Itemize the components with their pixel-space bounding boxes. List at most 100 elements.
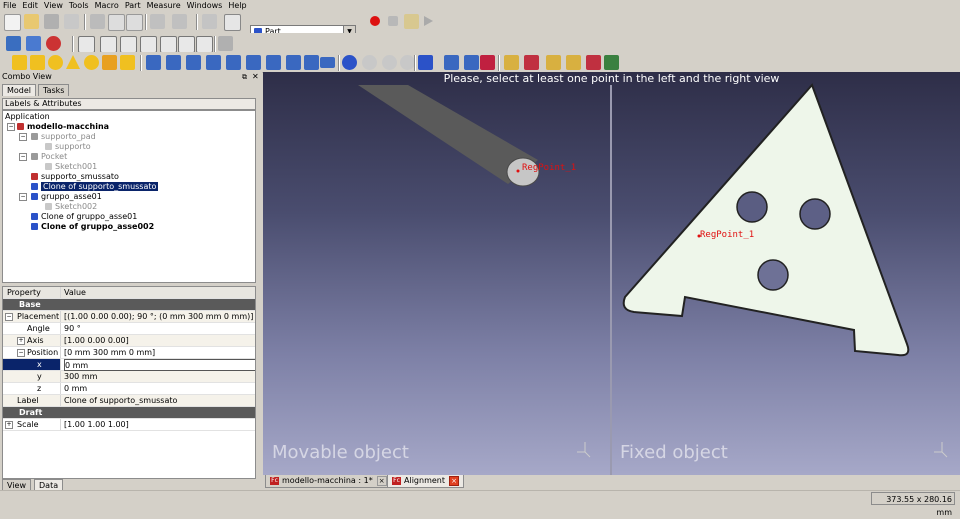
support-plate-shape[interactable] (622, 83, 910, 357)
copy-icon[interactable] (108, 14, 125, 31)
plate-hole[interactable] (799, 198, 831, 230)
collapse-icon[interactable]: − (19, 133, 27, 141)
compound-icon[interactable] (444, 55, 459, 70)
x-value-field[interactable]: 0 mm (64, 359, 255, 371)
cross-sections-icon[interactable] (480, 55, 495, 70)
collapse-icon[interactable]: − (19, 193, 27, 201)
close-icon[interactable]: × (449, 475, 459, 486)
alignment-viewport[interactable]: Please, select at least one point in the… (263, 72, 960, 475)
menu-macro[interactable]: Macro (92, 0, 122, 11)
open-folder-icon[interactable] (24, 14, 39, 29)
tree-item-gruppo-asse01[interactable]: gruppo_asse01 (31, 192, 102, 202)
extrude-icon[interactable] (146, 55, 161, 70)
property-row-y[interactable]: y 300 mm (3, 371, 255, 383)
mirror-icon[interactable] (186, 55, 201, 70)
bottom-view-icon[interactable] (178, 36, 195, 53)
sphere-icon[interactable] (48, 55, 63, 70)
tree-item-clone-gruppo-asse01[interactable]: Clone of gruppo_asse01 (31, 212, 137, 222)
chamfer-icon[interactable] (226, 55, 241, 70)
doc-tab-modello-macchina[interactable]: Fc modello-macchina : 1* × (265, 475, 392, 488)
property-row-angle[interactable]: Angle 90 ° (3, 323, 255, 335)
macros-icon[interactable] (404, 14, 419, 29)
primitives-icon[interactable] (102, 55, 117, 70)
collapse-icon[interactable]: − (5, 313, 13, 321)
join-features-icon[interactable] (418, 55, 433, 70)
measure-distance-icon[interactable] (218, 36, 233, 51)
torus-icon[interactable] (84, 55, 99, 70)
rear-view-icon[interactable] (160, 36, 177, 53)
tab-model[interactable]: Model (2, 84, 37, 96)
expand-icon[interactable]: + (5, 421, 13, 429)
expand-icon[interactable]: + (17, 337, 25, 345)
isometric-view-icon[interactable] (78, 36, 95, 53)
revolve-icon[interactable] (166, 55, 181, 70)
measure-angular-icon[interactable] (524, 55, 539, 70)
doc-tab-alignment[interactable]: Fc Alignment × (387, 475, 464, 488)
fillet-icon[interactable] (206, 55, 221, 70)
tree-item-sketch001[interactable]: Sketch001 (45, 162, 97, 172)
menu-measure[interactable]: Measure (144, 0, 184, 11)
menu-file[interactable]: File (0, 0, 19, 11)
common-shapes-icon[interactable] (400, 55, 415, 70)
menu-part[interactable]: Part (122, 0, 144, 11)
collapse-icon[interactable]: − (17, 349, 25, 357)
record-macro-icon[interactable] (370, 16, 380, 26)
tree-item-supporto-smussato[interactable]: supporto_smussato (31, 172, 119, 182)
measure-clear-icon[interactable] (566, 55, 581, 70)
property-row-x[interactable]: x 0 mm (3, 359, 255, 371)
shape-builder-icon[interactable] (120, 55, 135, 70)
property-row-position[interactable]: − Position [0 mm 300 mm 0 mm] (3, 347, 255, 359)
tree-item-pocket[interactable]: Pocket (31, 152, 67, 162)
tree-item-clone-supporto-smussato[interactable]: Clone of supporto_smussato (31, 182, 159, 192)
menu-help[interactable]: Help (225, 0, 249, 11)
offset-icon[interactable] (320, 57, 335, 68)
new-document-icon[interactable] (4, 14, 21, 31)
stop-macro-icon[interactable] (388, 16, 398, 26)
fit-all-icon[interactable] (6, 36, 21, 51)
movable-view[interactable] (263, 72, 610, 475)
whats-this-icon[interactable] (224, 14, 241, 31)
cube-icon[interactable] (12, 55, 27, 70)
close-icon[interactable]: × (376, 475, 387, 486)
ruled-surface-icon[interactable] (266, 55, 281, 70)
labels-attributes-header[interactable]: Labels & Attributes (2, 98, 256, 110)
measure-refresh-icon[interactable] (546, 55, 561, 70)
save-as-icon[interactable] (64, 14, 79, 29)
tree-item-clone-gruppo-asse002[interactable]: Clone of gruppo_asse002 (31, 222, 154, 232)
collapse-icon[interactable]: − (7, 123, 15, 131)
execute-macro-icon[interactable] (424, 16, 433, 26)
plate-hole[interactable] (757, 259, 789, 291)
save-icon[interactable] (44, 14, 59, 29)
boolean-icon[interactable] (342, 55, 357, 70)
paste-icon[interactable] (126, 14, 143, 31)
menu-tools[interactable]: Tools (66, 0, 92, 11)
check-geometry-icon[interactable] (464, 55, 479, 70)
loft-icon[interactable] (286, 55, 301, 70)
property-row-z[interactable]: z 0 mm (3, 383, 255, 395)
sweep-icon[interactable] (304, 55, 319, 70)
tree-item-supporto-pad[interactable]: supporto_pad (31, 132, 96, 142)
right-view-icon[interactable] (140, 36, 157, 53)
measure-toggle-3d-icon[interactable] (586, 55, 601, 70)
collapse-icon[interactable]: − (19, 153, 27, 161)
menu-windows[interactable]: Windows (184, 0, 226, 11)
fit-selection-icon[interactable] (26, 36, 41, 51)
fixed-view[interactable] (612, 72, 960, 475)
measure-toggle-delta-icon[interactable] (604, 55, 619, 70)
front-view-icon[interactable] (100, 36, 117, 53)
fuse-shapes-icon[interactable] (382, 55, 397, 70)
cylinder-icon[interactable] (30, 55, 45, 70)
tab-tasks[interactable]: Tasks (38, 84, 70, 96)
draw-style-icon[interactable] (46, 36, 61, 51)
cut-shapes-icon[interactable] (362, 55, 377, 70)
undo-icon[interactable] (150, 14, 165, 29)
property-row-placement[interactable]: − Placement [(1.00 0.00 0.00); 90 °; (0 m… (3, 311, 255, 323)
cone-icon[interactable] (66, 55, 80, 69)
float-icon[interactable]: ⧉ (242, 73, 247, 82)
refresh-icon[interactable] (202, 14, 217, 29)
tree-item-document[interactable]: modello-macchina (17, 122, 109, 132)
property-row-label[interactable]: Label Clone of supporto_smussato (3, 395, 255, 407)
make-face-icon[interactable] (246, 55, 261, 70)
menu-edit[interactable]: Edit (19, 0, 41, 11)
tree-item-supporto[interactable]: supporto (45, 142, 91, 152)
